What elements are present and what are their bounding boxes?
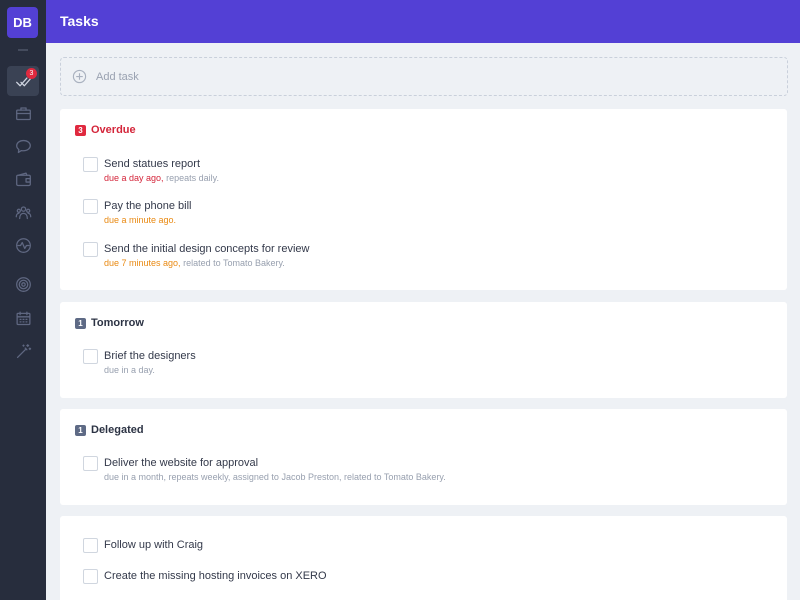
task-meta: due a minute ago. (104, 215, 176, 225)
sidebar-item-tasks[interactable]: 3 (7, 66, 39, 96)
sidebar-item-calendar[interactable] (7, 303, 39, 333)
task-title[interactable]: Deliver the website for approval (104, 457, 258, 469)
section-header: 1 Delegated (75, 424, 144, 436)
sidebar-item-wallet[interactable] (7, 164, 39, 194)
task-due: due a minute ago. (104, 215, 177, 225)
task-meta: due 7 minutes ago, related to Tomato Bak… (104, 258, 285, 268)
sidebar-item-people[interactable] (7, 197, 39, 227)
section-title: Delegated (91, 424, 144, 436)
add-task-input[interactable]: Add task (60, 57, 788, 96)
sidebar-item-magic[interactable] (7, 336, 39, 366)
task-checkbox[interactable] (83, 569, 98, 584)
task-checkbox[interactable] (83, 157, 98, 172)
briefcase-icon (15, 106, 31, 120)
pulse-icon (15, 237, 31, 253)
delegated-section: 1 Delegated Deliver the website for appr… (60, 409, 787, 505)
task-title[interactable]: Create the missing hosting invoices on X… (104, 570, 327, 582)
tomorrow-section: 1 Tomorrow Brief the designers due in a … (60, 302, 787, 398)
tomorrow-count-badge: 1 (75, 317, 86, 329)
task-meta: due in a month, repeats weekly, assigned… (104, 472, 446, 482)
plus-circle-icon (72, 69, 87, 84)
wand-icon (16, 343, 31, 358)
task-checkbox[interactable] (83, 538, 98, 553)
task-title[interactable]: Send the initial design concepts for rev… (104, 243, 309, 255)
avatar[interactable]: DB (7, 7, 38, 38)
task-title[interactable]: Follow up with Craig (104, 539, 203, 551)
section-header: 3 Overdue (75, 124, 136, 136)
overdue-count-badge: 3 (75, 124, 86, 136)
overdue-section: 3 Overdue Send statues report due a day … (60, 109, 787, 290)
sidebar-item-goals[interactable] (7, 269, 39, 299)
section-title: Tomorrow (91, 317, 144, 329)
page-title: Tasks (60, 13, 99, 29)
task-checkbox[interactable] (83, 349, 98, 364)
task-repeat: repeats daily. (166, 173, 219, 183)
task-title[interactable]: Pay the phone bill (104, 200, 191, 212)
top-bar: Tasks (46, 0, 800, 43)
chat-icon (15, 139, 31, 153)
sidebar-item-activity[interactable] (7, 230, 39, 260)
task-relation: related to Tomato Bakery. (183, 258, 285, 268)
task-meta: due a day ago, repeats daily. (104, 173, 219, 183)
task-due: due a day ago, (104, 173, 164, 183)
wallet-icon (15, 171, 31, 186)
task-meta: due in a day. (104, 365, 155, 375)
calendar-icon (15, 310, 31, 325)
task-checkbox[interactable] (83, 199, 98, 214)
sidebar-divider (18, 49, 28, 51)
task-title[interactable]: Brief the designers (104, 350, 196, 362)
target-icon (15, 276, 31, 292)
sidebar: DB 3 (0, 0, 46, 600)
notification-badge: 3 (26, 68, 37, 79)
task-title[interactable]: Send statues report (104, 158, 200, 170)
other-tasks-section: Follow up with Craig Create the missing … (60, 516, 787, 600)
section-header: 1 Tomorrow (75, 317, 144, 329)
people-icon (15, 205, 31, 219)
task-checkbox[interactable] (83, 242, 98, 257)
sidebar-item-projects[interactable] (7, 98, 39, 128)
task-checkbox[interactable] (83, 456, 98, 471)
delegated-count-badge: 1 (75, 424, 86, 436)
add-task-label: Add task (96, 70, 139, 83)
task-due: due 7 minutes ago, (104, 258, 181, 268)
section-title: Overdue (91, 124, 136, 136)
sidebar-item-messages[interactable] (7, 131, 39, 161)
